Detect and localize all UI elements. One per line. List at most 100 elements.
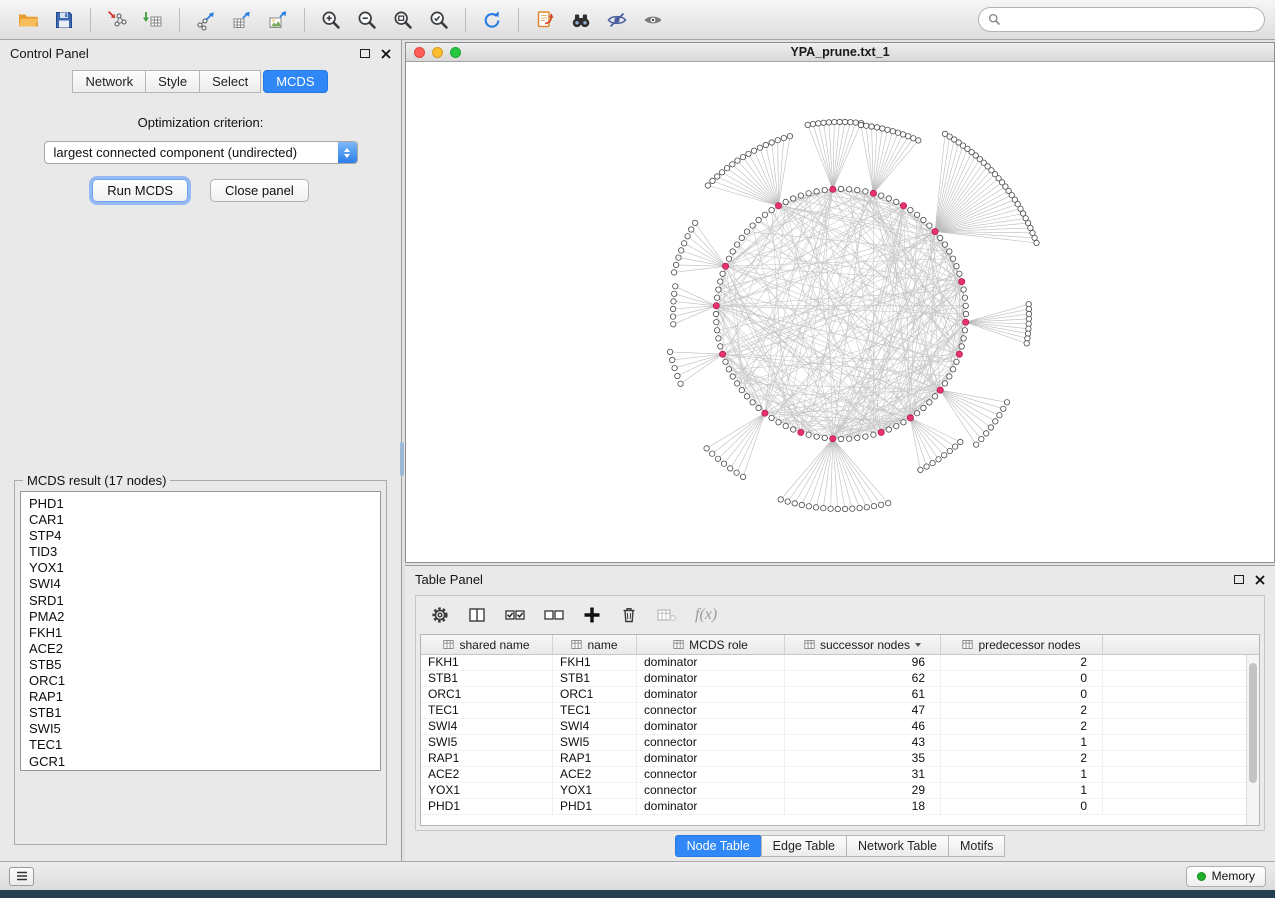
network-node[interactable] [911, 136, 916, 141]
network-node[interactable] [728, 466, 733, 471]
network-node[interactable] [769, 415, 774, 420]
network-node[interactable] [974, 442, 979, 447]
network-node[interactable] [785, 499, 790, 504]
network-node[interactable] [838, 186, 843, 191]
delete-row-button[interactable] [619, 601, 639, 629]
network-node[interactable] [863, 189, 868, 194]
network-node[interactable] [787, 134, 792, 139]
network-node[interactable] [810, 121, 815, 126]
network-node[interactable] [750, 400, 755, 405]
network-node[interactable] [900, 132, 905, 137]
export-network-button[interactable] [188, 5, 224, 35]
network-node[interactable] [930, 460, 935, 465]
import-network-button[interactable] [99, 5, 135, 35]
memory-button[interactable]: Memory [1186, 866, 1266, 887]
network-node[interactable] [921, 405, 926, 410]
network-node[interactable] [855, 435, 860, 440]
network-node[interactable] [842, 506, 847, 511]
table-row[interactable]: PHD1PHD1dominator180 [421, 799, 1259, 815]
network-node[interactable] [822, 187, 827, 192]
unselect-all-button[interactable] [543, 601, 565, 629]
network-node[interactable] [821, 120, 826, 125]
export-table-button[interactable] [224, 5, 260, 35]
network-node[interactable] [673, 284, 678, 289]
network-node[interactable] [979, 436, 984, 441]
network-node[interactable] [914, 212, 919, 217]
table-row[interactable]: RAP1RAP1dominator352 [421, 751, 1259, 767]
network-node[interactable] [756, 217, 761, 222]
minimize-window-icon[interactable] [432, 47, 443, 58]
network-node[interactable] [962, 295, 967, 300]
network-node[interactable] [783, 199, 788, 204]
network-node[interactable] [1032, 235, 1037, 240]
dominator-node[interactable] [762, 410, 768, 416]
run-mcds-button[interactable]: Run MCDS [92, 179, 188, 202]
network-node[interactable] [671, 270, 676, 275]
network-node[interactable] [716, 336, 721, 341]
network-node[interactable] [806, 432, 811, 437]
close-panel-button[interactable]: Close panel [210, 179, 309, 202]
network-node[interactable] [685, 234, 690, 239]
maximize-window-icon[interactable] [450, 47, 461, 58]
network-node[interactable] [781, 135, 786, 140]
panel-splitter-handle[interactable] [400, 442, 404, 476]
list-item[interactable]: STP4 [29, 528, 380, 544]
network-node[interactable] [947, 448, 952, 453]
network-node[interactable] [857, 505, 862, 510]
table-row[interactable]: SWI4SWI4dominator462 [421, 719, 1259, 735]
network-node[interactable] [942, 453, 947, 458]
list-item[interactable]: TID3 [29, 544, 380, 560]
list-item[interactable]: SRD1 [29, 593, 380, 609]
find-button[interactable] [563, 5, 599, 35]
network-node[interactable] [927, 400, 932, 405]
network-node[interactable] [670, 314, 675, 319]
network-node[interactable] [835, 506, 840, 511]
network-node[interactable] [750, 223, 755, 228]
network-node[interactable] [864, 123, 869, 128]
network-node[interactable] [842, 119, 847, 124]
network-node[interactable] [740, 154, 745, 159]
network-node[interactable] [963, 303, 968, 308]
network-node[interactable] [1028, 225, 1033, 230]
dominator-node[interactable] [878, 429, 884, 435]
network-node[interactable] [735, 158, 740, 163]
network-node[interactable] [744, 394, 749, 399]
dominator-node[interactable] [932, 229, 938, 235]
network-node[interactable] [936, 457, 941, 462]
network-node[interactable] [895, 130, 900, 135]
network-node[interactable] [714, 328, 719, 333]
network-node[interactable] [871, 432, 876, 437]
list-item[interactable]: ACE2 [29, 641, 380, 657]
network-node[interactable] [822, 435, 827, 440]
table-row[interactable]: ORC1ORC1dominator610 [421, 687, 1259, 703]
network-node[interactable] [806, 504, 811, 509]
network-node[interactable] [739, 387, 744, 392]
table-row[interactable]: SWI5SWI5connector431 [421, 735, 1259, 751]
network-node[interactable] [878, 502, 883, 507]
dominator-node[interactable] [722, 263, 728, 269]
network-node[interactable] [988, 425, 993, 430]
table-row[interactable]: YOX1YOX1connector291 [421, 783, 1259, 799]
network-node[interactable] [769, 140, 774, 145]
network-node[interactable] [950, 367, 955, 372]
network-node[interactable] [961, 287, 966, 292]
network-node[interactable] [950, 256, 955, 261]
network-node[interactable] [705, 183, 710, 188]
network-node[interactable] [704, 446, 709, 451]
network-node[interactable] [719, 170, 724, 175]
dominator-node[interactable] [963, 319, 969, 325]
network-node[interactable] [890, 129, 895, 134]
network-node[interactable] [814, 189, 819, 194]
network-node[interactable] [672, 365, 677, 370]
table-row[interactable]: FKH1FKH1dominator962 [421, 655, 1259, 671]
network-node[interactable] [806, 191, 811, 196]
status-menu-button[interactable] [9, 867, 34, 886]
close-window-icon[interactable] [414, 47, 425, 58]
network-node[interactable] [678, 381, 683, 386]
network-graph[interactable] [406, 62, 1274, 562]
list-item[interactable]: FKH1 [29, 625, 380, 641]
network-node[interactable] [880, 126, 885, 131]
network-node[interactable] [984, 431, 989, 436]
list-item[interactable]: GCR1 [29, 754, 380, 770]
search-field[interactable] [978, 7, 1265, 32]
